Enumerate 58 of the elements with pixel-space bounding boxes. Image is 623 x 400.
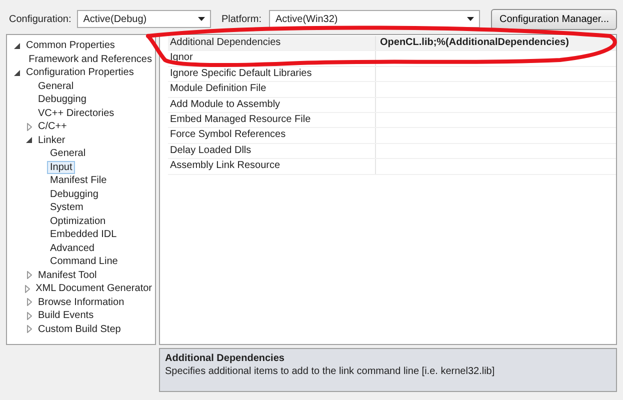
expanded-triangle-icon[interactable] — [26, 137, 32, 144]
tree-item[interactable]: Browse Information — [35, 296, 128, 309]
tree-item[interactable]: XML Document Generator — [32, 282, 155, 296]
property-row[interactable]: Embed Managed Resource File — [168, 112, 616, 128]
collapsed-triangle-icon[interactable] — [26, 122, 32, 131]
tree-item[interactable]: Framework and References — [26, 52, 155, 66]
description-text: Specifies additional items to add to the link command line [i.e. kernel32.lib] — [165, 366, 496, 377]
property-name: Ignor — [168, 51, 376, 66]
tree-item[interactable]: Command Line — [47, 255, 121, 268]
platform-label: Platform: — [221, 14, 262, 24]
tree-item[interactable]: System — [47, 201, 86, 214]
tree-item[interactable]: Embedded IDL — [47, 228, 120, 242]
property-value: OpenCL.lib;%(AdditionalDependencies) — [380, 37, 569, 48]
collapsed-triangle-icon[interactable] — [25, 284, 30, 293]
property-row[interactable]: Delay Loaded Dlls — [168, 144, 616, 160]
configuration-manager-button[interactable]: Configuration Manager... — [491, 8, 617, 30]
tree-item[interactable]: Debugging — [47, 188, 102, 201]
property-row[interactable]: Ignore Specific Default Libraries — [168, 66, 616, 82]
property-name: Module Definition File — [168, 82, 376, 97]
property-name: Add Module to Assembly — [168, 98, 376, 112]
tree-item[interactable]: Common Properties — [23, 39, 118, 52]
tree-item[interactable]: Manifest Tool — [35, 268, 100, 282]
dropdown-arrow-icon — [198, 17, 206, 21]
tree-item[interactable]: Linker — [35, 134, 68, 147]
property-row[interactable]: Module Definition File — [168, 82, 616, 98]
collapsed-triangle-icon[interactable] — [26, 325, 32, 334]
expanded-triangle-icon[interactable] — [14, 42, 20, 49]
property-name: Force Symbol References — [168, 128, 376, 143]
property-name: Assembly Link Resource — [168, 159, 376, 174]
tree-item[interactable]: Debugging — [35, 93, 90, 106]
tree-item[interactable]: Build Events — [35, 309, 97, 322]
dropdown-arrow-icon — [467, 17, 474, 21]
expanded-triangle-icon[interactable] — [14, 70, 20, 76]
platform-dropdown[interactable]: Active(Win32) — [269, 10, 480, 28]
property-row[interactable]: Force Symbol References — [168, 128, 616, 144]
collapsed-triangle-icon[interactable] — [26, 271, 32, 280]
collapsed-triangle-icon[interactable] — [26, 298, 32, 306]
tree-item[interactable]: Configuration Properties — [23, 66, 137, 80]
property-name: Additional Dependencies — [168, 36, 376, 50]
configuration-label: Configuration: — [9, 14, 72, 24]
tree-item[interactable]: C/C++ — [35, 120, 70, 134]
property-name: Ignore Specific Default Libraries — [168, 66, 376, 82]
property-row[interactable]: Assembly Link Resource — [168, 159, 616, 175]
tree-item[interactable]: General — [47, 147, 89, 160]
collapsed-triangle-icon[interactable] — [26, 312, 32, 320]
tree-item[interactable]: Optimization — [47, 214, 109, 228]
property-row[interactable]: Additional Dependencies OpenCL.lib;%(AdditionalDependencies) — [168, 36, 616, 52]
property-name: Embed Managed Resource File — [168, 112, 376, 128]
tree-item[interactable]: Custom Build Step — [35, 322, 124, 336]
configuration-dropdown[interactable]: Active(Debug) — [77, 10, 212, 28]
tree-item[interactable]: VC++ Directories — [35, 106, 118, 120]
tree-item[interactable]: General — [35, 80, 77, 93]
tree-item[interactable]: Manifest File — [47, 174, 110, 188]
description-title: Additional Dependencies — [165, 353, 286, 364]
property-name: Delay Loaded Dlls — [168, 144, 376, 158]
tree-item[interactable]: Advanced — [47, 242, 98, 255]
tree-item[interactable]: Input — [47, 160, 76, 174]
property-row[interactable]: Add Module to Assembly — [168, 98, 616, 113]
